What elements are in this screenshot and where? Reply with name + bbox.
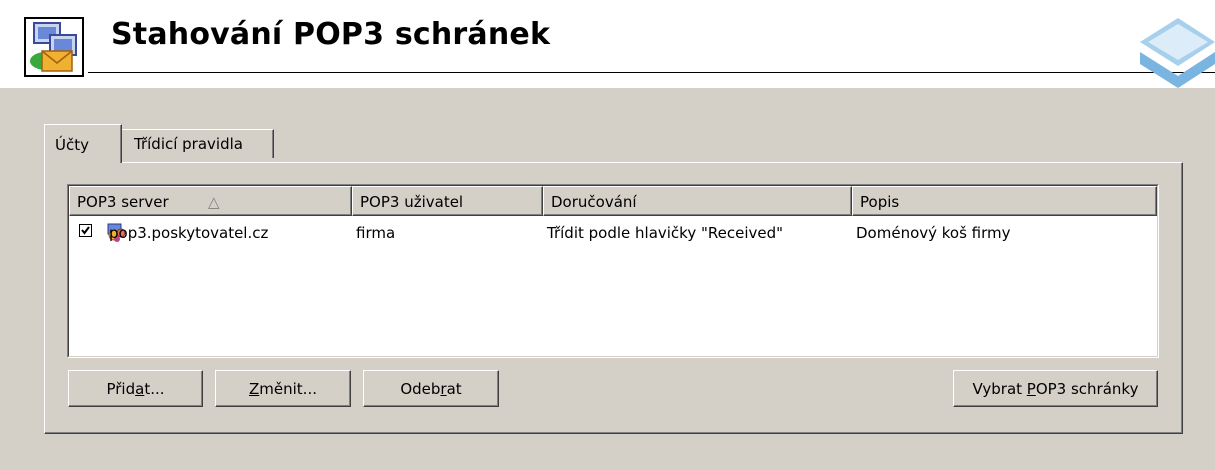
account-enabled-checkbox[interactable]	[79, 224, 92, 237]
tab-sorting-rules[interactable]: Třídicí pravidla	[121, 129, 274, 158]
cell-description: Doménový koš firmy	[856, 224, 1011, 242]
cell-pop3-server: pop3.poskytovatel.cz	[109, 224, 269, 242]
header: Stahování POP3 schránek	[0, 0, 1215, 88]
cell-pop3-user: firma	[356, 224, 396, 242]
tab-sorting-rules-label: Třídicí pravidla	[134, 135, 243, 153]
tab-accounts[interactable]: Účty	[44, 124, 122, 163]
column-header-label: POP3 uživatel	[360, 193, 464, 211]
column-header-label: POP3 server	[77, 193, 169, 211]
blue-layers-logo	[1140, 18, 1215, 88]
column-header-pop3-server[interactable]: POP3 server △	[69, 186, 352, 216]
column-header-label: Popis	[860, 193, 900, 211]
tab-accounts-label: Účty	[55, 136, 89, 154]
column-header-pop3-user[interactable]: POP3 uživatel	[352, 186, 543, 216]
title-underline	[88, 72, 1215, 73]
list-inner: POP3 server △ POP3 uživatel Doručování P…	[68, 185, 1158, 357]
cell-delivery: Třídit podle hlavičky "Received"	[547, 224, 784, 242]
column-header-description[interactable]: Popis	[852, 186, 1157, 216]
page-title: Stahování POP3 schránek	[111, 17, 551, 52]
column-header-label: Doručování	[551, 193, 637, 211]
pop3-mail-computer-icon	[24, 17, 84, 77]
list-item[interactable]: pop3.poskytovatel.cz firma Třídit podle …	[69, 220, 1157, 246]
sort-ascending-icon: △	[208, 193, 220, 211]
column-header-delivery[interactable]: Doručování	[543, 186, 852, 216]
list-header: POP3 server △ POP3 uživatel Doručování P…	[69, 186, 1157, 216]
pop3-accounts-list[interactable]: POP3 server △ POP3 uživatel Doručování P…	[67, 184, 1159, 358]
checkmark-icon	[81, 226, 90, 235]
